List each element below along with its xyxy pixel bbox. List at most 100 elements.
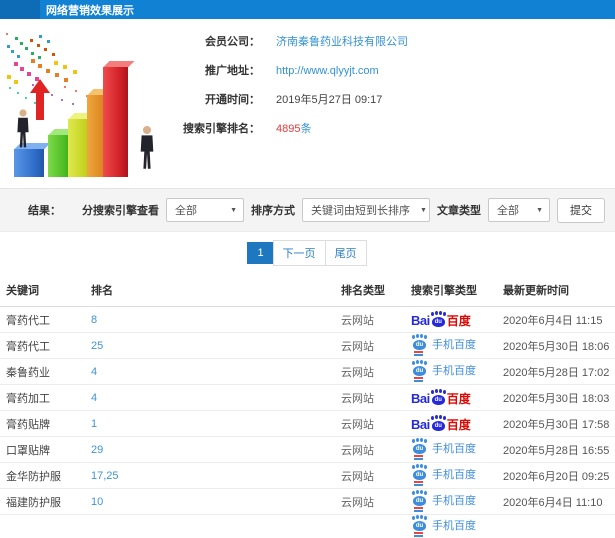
next-page-button[interactable]: 下一页 bbox=[273, 240, 326, 266]
cell-rank-type: 云网站 bbox=[335, 307, 405, 333]
cell-rank-type: 云网站 bbox=[335, 411, 405, 437]
table-header-row: 关键词 排名 排名类型 搜索引擎类型 最新更新时间 bbox=[0, 273, 615, 307]
baidu-logo-text-cn: 百度 bbox=[447, 393, 471, 405]
cell-update-time: 2020年5月30日 18:06 bbox=[497, 333, 615, 359]
cell-keyword: 膏药贴牌 bbox=[0, 411, 85, 437]
cell-engine-type: du 手机百度 bbox=[405, 333, 497, 359]
baidu-mobile-badge[interactable]: du 手机百度 bbox=[411, 334, 476, 354]
table-row-partial: du手机百度 bbox=[0, 515, 615, 538]
cell-engine-type: du手机百度 bbox=[405, 359, 497, 385]
cell-engine-type: du手机百度 bbox=[405, 515, 497, 538]
filter-controls: 分搜索引擎查看 全部 ▼ 排序方式 关键词由短到长排序 ▼ 文章类型 全部 ▼ … bbox=[82, 198, 605, 223]
cell-rank: 8 bbox=[85, 307, 335, 333]
cell-rank-type: 云网站 bbox=[335, 333, 405, 359]
baidu-paw-icon: du bbox=[431, 312, 446, 327]
article-type-label: 文章类型 bbox=[437, 202, 481, 218]
rank-link[interactable]: 25 bbox=[91, 340, 103, 352]
cell-keyword: 秦鲁药业 bbox=[0, 359, 85, 385]
baidu-logo-text-bai: Bai bbox=[411, 314, 430, 327]
cell-rank-type: 云网站 bbox=[335, 489, 405, 515]
table-row: 福建防护服10云网站du手机百度2020年6月4日 11:10 bbox=[0, 489, 615, 515]
cell-keyword: 口罩贴牌 bbox=[0, 437, 85, 463]
baidu-paw-icon: du bbox=[412, 465, 427, 480]
baidu-logo-text-cn: 百度 bbox=[447, 315, 471, 327]
engine-select[interactable]: 全部 ▼ bbox=[166, 198, 244, 222]
baidu-paw-icon: du bbox=[412, 491, 427, 506]
table-row: 膏药代工 25 云网站 du 手机百度 2020年5月30日 18:06 bbox=[0, 333, 615, 359]
baidu-mobile-label: 手机百度 bbox=[432, 492, 476, 508]
table-row: 膏药加工4云网站Baidu百度2020年5月30日 18:03 bbox=[0, 385, 615, 411]
info-field-value: 4895条 bbox=[276, 120, 311, 136]
baidu-paw-icon: du bbox=[412, 516, 427, 531]
last-page-button[interactable]: 尾页 bbox=[325, 240, 367, 266]
bar-chart-illustration bbox=[2, 31, 170, 183]
cell-rank: 4 bbox=[85, 385, 335, 411]
info-field-link[interactable]: 济南秦鲁药业科技有限公司 bbox=[276, 33, 408, 49]
cell-keyword: 膏药加工 bbox=[0, 385, 85, 411]
page-1-button[interactable]: 1 bbox=[247, 242, 273, 264]
article-type-select[interactable]: 全部 ▼ bbox=[488, 198, 550, 222]
cell-rank: 4 bbox=[85, 359, 335, 385]
filter-bar: 结果： 分搜索引擎查看 全部 ▼ 排序方式 关键词由短到长排序 ▼ 文章类型 全… bbox=[0, 188, 615, 232]
baidu-paw-icon: du bbox=[412, 439, 427, 454]
info-field-label: 会员公司： bbox=[160, 33, 260, 49]
cell-update-time: 2020年5月30日 17:58 bbox=[497, 411, 615, 437]
baidu-mobile-badge[interactable]: du 手机百度 bbox=[411, 490, 476, 510]
sort-select[interactable]: 关键词由短到长排序 ▼ bbox=[302, 198, 430, 222]
cell-engine-type: du 手机百度 bbox=[405, 437, 497, 463]
cell-rank: 17,25 bbox=[85, 463, 335, 489]
chevron-down-icon: ▼ bbox=[536, 207, 543, 214]
illustration-bar-blue bbox=[14, 149, 44, 177]
cell-update-time: 2020年6月4日 11:10 bbox=[497, 489, 615, 515]
info-field-label: 搜索引擎排名： bbox=[160, 120, 260, 136]
baidu-mobile-badge[interactable]: du手机百度 bbox=[411, 464, 476, 484]
baidu-mobile-label: 手机百度 bbox=[432, 336, 476, 352]
cell-engine-type: Baidu百度 bbox=[405, 411, 497, 437]
info-field-link[interactable]: http://www.qlyyjt.com bbox=[276, 65, 379, 77]
cell-engine-type: Baidu百度 bbox=[405, 307, 497, 333]
rank-link[interactable]: 10 bbox=[91, 496, 103, 508]
engine-select-value: 全部 bbox=[175, 202, 197, 218]
baidu-logo[interactable]: Baidu百度 bbox=[411, 312, 471, 327]
sort-filter-label: 排序方式 bbox=[251, 202, 295, 218]
baidu-paw-icon: du bbox=[431, 416, 446, 431]
baidu-mobile-badge[interactable]: du手机百度 bbox=[411, 360, 476, 380]
sort-select-value: 关键词由短到长排序 bbox=[311, 202, 410, 218]
submit-button[interactable]: 提交 bbox=[557, 198, 605, 223]
rank-link[interactable]: 8 bbox=[91, 314, 97, 326]
cell-rank: 29 bbox=[85, 437, 335, 463]
article-type-select-value: 全部 bbox=[497, 202, 519, 218]
member-info: 会员公司： 济南秦鲁药业科技有限公司推广地址：http://www.qlyyjt.… bbox=[160, 33, 610, 149]
table-row: 膏药贴牌 1 云网站 Baidu百度 2020年5月30日 17:58 bbox=[0, 411, 615, 437]
col-header-rank: 排名 bbox=[85, 273, 335, 307]
rank-link[interactable]: 4 bbox=[91, 392, 97, 404]
baidu-logo[interactable]: Baidu百度 bbox=[411, 390, 471, 405]
baidu-paw-icon: du bbox=[412, 335, 427, 350]
baidu-mobile-label: 手机百度 bbox=[432, 440, 476, 456]
rank-link[interactable]: 1 bbox=[91, 418, 97, 430]
rank-link[interactable]: 17,25 bbox=[91, 470, 119, 482]
col-header-keyword: 关键词 bbox=[0, 273, 85, 307]
baidu-logo-text-bai: Bai bbox=[411, 392, 430, 405]
cell-keyword: 膏药代工 bbox=[0, 333, 85, 359]
cell-empty bbox=[335, 515, 405, 538]
baidu-logo[interactable]: Baidu百度 bbox=[411, 416, 471, 431]
baidu-mobile-badge[interactable]: du 手机百度 bbox=[411, 438, 476, 458]
baidu-mobile-badge[interactable]: du手机百度 bbox=[411, 515, 476, 535]
baidu-mobile-icon: du bbox=[411, 464, 427, 484]
baidu-mobile-icon: du bbox=[411, 334, 427, 354]
baidu-mobile-icon: du bbox=[411, 490, 427, 510]
cell-update-time: 2020年6月20日 09:25 bbox=[497, 463, 615, 489]
engine-rank-count: 4895 bbox=[276, 123, 300, 135]
businessman-figure-left bbox=[15, 109, 31, 149]
pagination: 1 下一页 尾页 bbox=[0, 232, 615, 273]
info-row: 推广地址：http://www.qlyyjt.com bbox=[160, 62, 610, 78]
info-row: 搜索引擎排名： 4895条 bbox=[160, 120, 610, 136]
cell-empty bbox=[0, 515, 85, 538]
rank-link[interactable]: 29 bbox=[91, 444, 103, 456]
rank-link[interactable]: 4 bbox=[91, 366, 97, 378]
info-section: 会员公司： 济南秦鲁药业科技有限公司推广地址：http://www.qlyyjt.… bbox=[0, 19, 615, 188]
chevron-down-icon: ▼ bbox=[230, 207, 237, 214]
info-field-value: 2019年5月27日 09:17 bbox=[276, 91, 382, 107]
cell-update-time: 2020年5月30日 18:03 bbox=[497, 385, 615, 411]
